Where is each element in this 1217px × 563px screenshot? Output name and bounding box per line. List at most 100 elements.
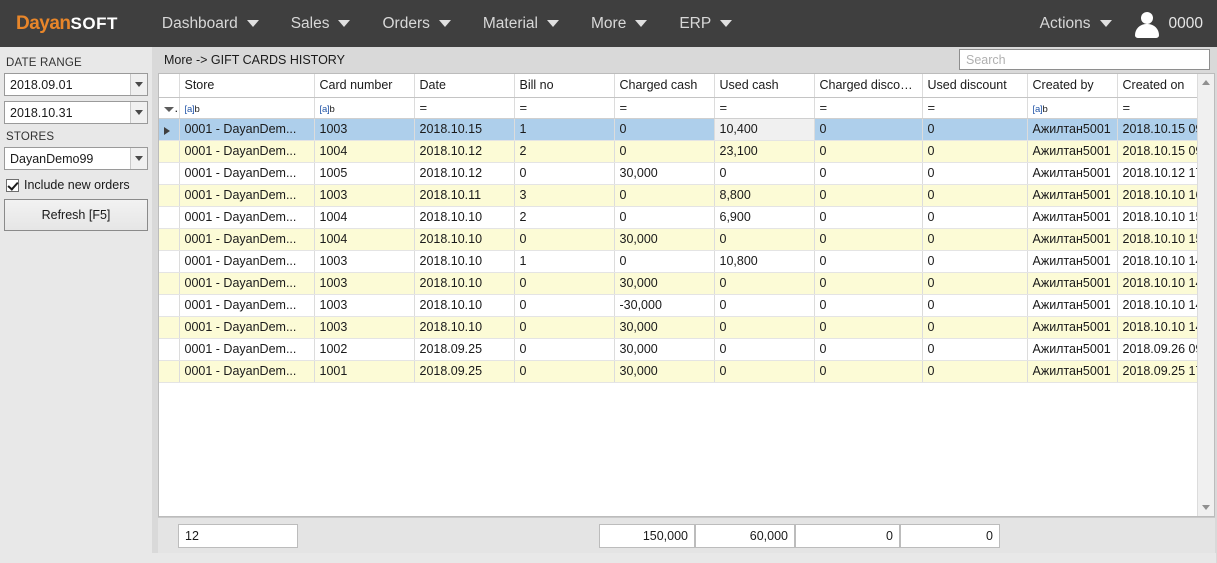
table-row[interactable]: 0001 - DayanDem... 1003 2018.10.10 0 30,000 0…: [159, 272, 1214, 295]
table-row[interactable]: 0001 - DayanDem... 1004 2018.10.12 2 0 23,100…: [159, 140, 1214, 163]
store-select[interactable]: DayanDemo99: [4, 147, 148, 170]
table-row[interactable]: 0001 - DayanDem... 1003 2018.10.10 0 30,000 0…: [159, 316, 1214, 339]
cell-charged-discount[interactable]: 0: [814, 206, 923, 229]
cell-used-discount[interactable]: 0: [922, 206, 1028, 229]
cell-charged-cash[interactable]: 30,000: [614, 162, 715, 185]
nav-item-dashboard[interactable]: Dashboard: [152, 11, 269, 37]
cell-store[interactable]: 0001 - DayanDem...: [179, 228, 315, 251]
cell-used-cash[interactable]: 8,800: [714, 184, 815, 207]
cell-used-discount[interactable]: 0: [922, 250, 1028, 273]
cell-charged-cash[interactable]: 0: [614, 140, 715, 163]
column-header-card-number[interactable]: Card number: [314, 74, 415, 98]
row-indicator-cell[interactable]: [159, 118, 180, 141]
cell-created-by[interactable]: Ажилтан5001: [1027, 206, 1118, 229]
nav-item-material[interactable]: Material: [473, 11, 569, 37]
filter-cell-card-number[interactable]: [a]b: [314, 97, 415, 119]
cell-used-discount[interactable]: 0: [922, 360, 1028, 383]
table-row[interactable]: 0001 - DayanDem... 1003 2018.10.10 1 0 10,800…: [159, 250, 1214, 273]
include-new-orders-checkbox[interactable]: Include new orders: [6, 178, 148, 192]
cell-date[interactable]: 2018.10.10: [414, 206, 515, 229]
cell-charged-cash[interactable]: 30,000: [614, 272, 715, 295]
cell-created-by[interactable]: Ажилтан5001: [1027, 140, 1118, 163]
cell-created-by[interactable]: Ажилтан5001: [1027, 250, 1118, 273]
nav-item-sales[interactable]: Sales: [281, 11, 361, 37]
cell-store[interactable]: 0001 - DayanDem...: [179, 140, 315, 163]
cell-charged-cash[interactable]: 30,000: [614, 338, 715, 361]
filter-cell-charged-discount[interactable]: =: [814, 97, 923, 119]
cell-charged-discount[interactable]: 0: [814, 184, 923, 207]
cell-used-discount[interactable]: 0: [922, 316, 1028, 339]
cell-charged-discount[interactable]: 0: [814, 338, 923, 361]
row-indicator-cell[interactable]: [159, 316, 180, 339]
cell-used-cash[interactable]: 0: [714, 162, 815, 185]
scroll-up-button[interactable]: [1198, 74, 1215, 91]
cell-bill-no[interactable]: 2: [514, 206, 615, 229]
row-indicator-cell[interactable]: [159, 360, 180, 383]
cell-charged-discount[interactable]: 0: [814, 250, 923, 273]
cell-used-cash[interactable]: 0: [714, 272, 815, 295]
cell-date[interactable]: 2018.09.25: [414, 360, 515, 383]
cell-used-cash[interactable]: 0: [714, 294, 815, 317]
cell-card-number[interactable]: 1003: [314, 250, 415, 273]
cell-used-cash[interactable]: 0: [714, 316, 815, 339]
cell-used-cash[interactable]: 0: [714, 228, 815, 251]
cell-card-number[interactable]: 1003: [314, 184, 415, 207]
filter-cell-bill-no[interactable]: =: [514, 97, 615, 119]
cell-store[interactable]: 0001 - DayanDem...: [179, 206, 315, 229]
table-row[interactable]: 0001 - DayanDem... 1001 2018.09.25 0 30,000 0…: [159, 360, 1214, 383]
cell-used-discount[interactable]: 0: [922, 118, 1028, 141]
column-header-used-cash[interactable]: Used cash: [714, 74, 815, 98]
table-row[interactable]: 0001 - DayanDem... 1004 2018.10.10 0 30,000 0…: [159, 228, 1214, 251]
cell-store[interactable]: 0001 - DayanDem...: [179, 184, 315, 207]
cell-charged-discount[interactable]: 0: [814, 294, 923, 317]
cell-store[interactable]: 0001 - DayanDem...: [179, 316, 315, 339]
cell-created-by[interactable]: Ажилтан5001: [1027, 294, 1118, 317]
cell-created-by[interactable]: Ажилтан5001: [1027, 316, 1118, 339]
cell-charged-cash[interactable]: 30,000: [614, 316, 715, 339]
cell-charged-cash[interactable]: 0: [614, 250, 715, 273]
cell-charged-cash[interactable]: 0: [614, 184, 715, 207]
row-indicator-cell[interactable]: [159, 250, 180, 273]
cell-used-cash[interactable]: 0: [714, 360, 815, 383]
cell-store[interactable]: 0001 - DayanDem...: [179, 360, 315, 383]
cell-card-number[interactable]: 1001: [314, 360, 415, 383]
cell-used-discount[interactable]: 0: [922, 140, 1028, 163]
table-row[interactable]: 0001 - DayanDem... 1003 2018.10.10 0 -30,000…: [159, 294, 1214, 317]
cell-bill-no[interactable]: 0: [514, 294, 615, 317]
cell-used-cash[interactable]: 6,900: [714, 206, 815, 229]
app-logo[interactable]: DayanSOFT: [16, 13, 118, 35]
cell-used-discount[interactable]: 0: [922, 294, 1028, 317]
cell-bill-no[interactable]: 2: [514, 140, 615, 163]
cell-card-number[interactable]: 1003: [314, 316, 415, 339]
cell-charged-discount[interactable]: 0: [814, 360, 923, 383]
cell-bill-no[interactable]: 0: [514, 360, 615, 383]
cell-date[interactable]: 2018.10.12: [414, 140, 515, 163]
chevron-down-icon[interactable]: [130, 74, 147, 95]
filter-cell-used-cash[interactable]: =: [714, 97, 815, 119]
cell-created-by[interactable]: Ажилтан5001: [1027, 118, 1118, 141]
cell-charged-cash[interactable]: 0: [614, 118, 715, 141]
cell-date[interactable]: 2018.10.15: [414, 118, 515, 141]
column-header-created-by[interactable]: Created by: [1027, 74, 1118, 98]
grid-vertical-scrollbar[interactable]: [1197, 74, 1214, 516]
nav-item-actions[interactable]: Actions: [1030, 11, 1122, 37]
row-indicator-cell[interactable]: [159, 184, 180, 207]
cell-created-by[interactable]: Ажилтан5001: [1027, 162, 1118, 185]
cell-store[interactable]: 0001 - DayanDem...: [179, 272, 315, 295]
cell-bill-no[interactable]: 1: [514, 250, 615, 273]
cell-card-number[interactable]: 1003: [314, 294, 415, 317]
cell-charged-cash[interactable]: 0: [614, 206, 715, 229]
search-input[interactable]: [966, 52, 1209, 67]
cell-charged-cash[interactable]: 30,000: [614, 360, 715, 383]
row-indicator-cell[interactable]: [159, 294, 180, 317]
cell-created-by[interactable]: Ажилтан5001: [1027, 272, 1118, 295]
row-indicator-cell[interactable]: [159, 206, 180, 229]
cell-created-by[interactable]: Ажилтан5001: [1027, 360, 1118, 383]
column-header-charged-discount[interactable]: Charged discount: [814, 74, 923, 98]
cell-used-discount[interactable]: 0: [922, 228, 1028, 251]
cell-date[interactable]: 2018.09.25: [414, 338, 515, 361]
cell-date[interactable]: 2018.10.10: [414, 250, 515, 273]
row-indicator-cell[interactable]: [159, 338, 180, 361]
filter-cell-created-by[interactable]: [a]b: [1027, 97, 1118, 119]
cell-charged-discount[interactable]: 0: [814, 140, 923, 163]
